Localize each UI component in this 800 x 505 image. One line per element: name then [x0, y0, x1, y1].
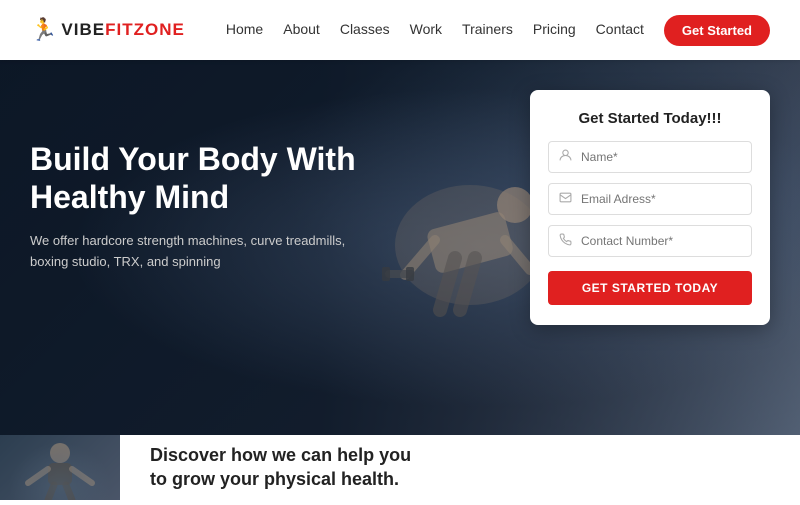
- bottom-text: Discover how we can help youto grow your…: [120, 430, 800, 505]
- bottom-image: [0, 435, 120, 500]
- nav-item-trainers[interactable]: Trainers: [462, 21, 513, 39]
- nav-item-classes[interactable]: Classes: [340, 21, 390, 39]
- navbar: 🏃 VIBEFITZONE Home About Classes Work Tr…: [0, 0, 800, 60]
- nav-cta-item: Get Started: [664, 15, 770, 46]
- email-input[interactable]: [581, 192, 741, 206]
- name-input[interactable]: [581, 150, 741, 164]
- bottom-section: Discover how we can help youto grow your…: [0, 435, 800, 500]
- email-field-wrapper: [548, 183, 752, 215]
- nav-link-contact[interactable]: Contact: [596, 21, 644, 37]
- nav-item-pricing[interactable]: Pricing: [533, 21, 576, 39]
- bottom-heading: Discover how we can help youto grow your…: [150, 444, 770, 491]
- hero-content: Build Your Body With Healthy Mind We off…: [30, 140, 380, 272]
- nav-link-home[interactable]: Home: [226, 21, 263, 37]
- nav-link-work[interactable]: Work: [410, 21, 442, 37]
- nav-item-home[interactable]: Home: [226, 21, 263, 39]
- phone-icon: [559, 233, 573, 249]
- form-title: Get Started Today!!!: [548, 110, 752, 127]
- user-icon: [559, 149, 573, 165]
- email-icon: [559, 191, 573, 207]
- nav-item-about[interactable]: About: [283, 21, 320, 39]
- nav-link-pricing[interactable]: Pricing: [533, 21, 576, 37]
- hero-description: We offer hardcore strength machines, cur…: [30, 231, 380, 273]
- name-field-wrapper: [548, 141, 752, 173]
- phone-input[interactable]: [581, 234, 741, 248]
- form-submit-button[interactable]: GET STARTED TODAY: [548, 271, 752, 305]
- hero-heading: Build Your Body With Healthy Mind: [30, 140, 380, 217]
- nav-cta-button[interactable]: Get Started: [664, 15, 770, 46]
- nav-link-about[interactable]: About: [283, 21, 320, 37]
- logo-text: VIBEFITZONE: [61, 20, 184, 40]
- runner-icon: 🏃: [30, 17, 57, 43]
- signup-form-card: Get Started Today!!! GET STARTED TODAY: [530, 90, 770, 325]
- nav-link-classes[interactable]: Classes: [340, 21, 390, 37]
- nav-links: Home About Classes Work Trainers Pricing…: [226, 15, 770, 46]
- nav-item-contact[interactable]: Contact: [596, 21, 644, 39]
- hero-section: Build Your Body With Healthy Mind We off…: [0, 60, 800, 435]
- nav-link-trainers[interactable]: Trainers: [462, 21, 513, 37]
- nav-item-work[interactable]: Work: [410, 21, 442, 39]
- phone-field-wrapper: [548, 225, 752, 257]
- logo[interactable]: 🏃 VIBEFITZONE: [30, 17, 185, 43]
